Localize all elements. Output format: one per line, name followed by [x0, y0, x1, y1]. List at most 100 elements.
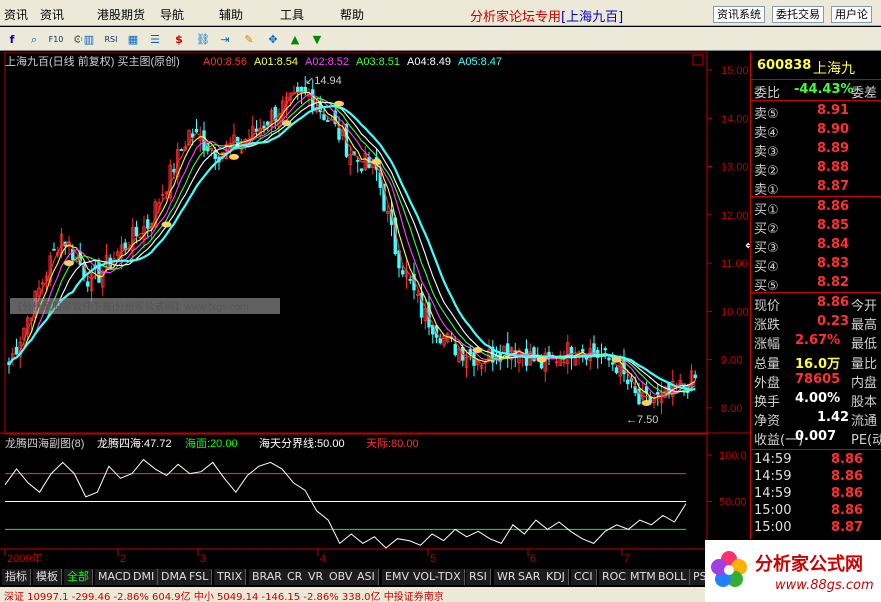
ask-label: 卖⑤: [754, 107, 779, 122]
f10-icon[interactable]: F10: [47, 30, 65, 48]
grid-icon[interactable]: ▦: [124, 30, 142, 48]
down-arrow-icon[interactable]: ▼: [308, 30, 326, 48]
menu-tools[interactable]: 工具: [280, 6, 304, 23]
stat-value: 4.00%: [795, 391, 841, 406]
tab-dmi[interactable]: DMI: [130, 569, 159, 585]
up-arrow-icon[interactable]: ▲: [286, 30, 304, 48]
stat-label: 涨幅: [754, 337, 781, 353]
tab-boll[interactable]: BOLL: [655, 569, 691, 585]
x-tick: 4: [320, 553, 326, 565]
menu-navigate[interactable]: 导航: [160, 6, 184, 23]
tab-brar[interactable]: BRAR: [249, 569, 286, 585]
sub-line-labels: 海面:20.00 海天分界线:50.00 天际:80.00: [185, 436, 419, 450]
ma-label: A00:8.56: [203, 56, 247, 68]
tab-asi[interactable]: ASI: [354, 569, 379, 585]
pen-icon[interactable]: ✎: [240, 30, 258, 48]
sub-y-tick: 100.0: [719, 450, 747, 462]
tick-time: 15:00: [754, 520, 792, 535]
tick-price: 8.86: [831, 486, 864, 501]
main-y-tick: 13.00: [721, 162, 749, 174]
menu-help[interactable]: 帮助: [340, 6, 364, 23]
turn-marker: [611, 356, 622, 363]
candle-body: [322, 113, 326, 121]
menu-stock[interactable]: 资讯: [4, 6, 28, 23]
tab-roc[interactable]: ROC: [599, 569, 630, 585]
ask-price: 8.91: [817, 103, 850, 118]
quote-panel: 600838 上海九 委比 -44.43% 委差 卖⑤ 8.91 卖④ 8.90 卖③ 8…: [750, 52, 881, 567]
candle-body: [408, 278, 412, 281]
tab-cr[interactable]: CR: [284, 569, 307, 585]
tab-kdj[interactable]: KDJ: [543, 569, 569, 585]
bid-price: 8.84: [817, 237, 850, 252]
tab-全部[interactable]: 全部: [64, 569, 93, 585]
tick-price: 8.86: [831, 503, 864, 518]
dollar-icon[interactable]: $: [170, 30, 188, 48]
turn-marker: [371, 158, 382, 165]
turn-marker: [161, 221, 172, 228]
candle-body: [453, 343, 457, 356]
tab-模板[interactable]: 模板: [33, 569, 62, 585]
menu-assist[interactable]: 辅助: [219, 6, 243, 23]
tab-macd[interactable]: MACD: [95, 569, 135, 585]
tab-fsl[interactable]: FSL: [186, 569, 213, 585]
trade-button[interactable]: 委托交易: [772, 6, 824, 23]
info-system-button[interactable]: 资讯系统: [713, 6, 765, 23]
stat-suffix: 流通: [851, 414, 878, 430]
turn-marker: [281, 120, 292, 127]
candle-body: [266, 121, 270, 126]
link-icon[interactable]: ⛓: [194, 30, 212, 48]
move-icon[interactable]: ✥: [264, 30, 282, 48]
ma-label: A05:8.47: [458, 56, 502, 68]
tick-price: 8.86: [831, 469, 864, 484]
tab-rsi[interactable]: RSI: [466, 569, 491, 585]
chart-icon[interactable]: ▥: [80, 30, 98, 48]
tab-emv[interactable]: EMV: [382, 569, 413, 585]
menu-bar: 资讯 资讯 港股期货 导航 辅助 工具 帮助 分析家论坛专用[上海九百] 资讯系…: [0, 0, 881, 26]
app-window: { "menu": ["资讯", "港股期货", "导航", "辅助", "工具…: [0, 0, 881, 602]
candle-body: [581, 349, 585, 352]
tab-cci[interactable]: CCI: [571, 569, 597, 585]
tab-vol-tdx[interactable]: VOL-TDX: [410, 569, 465, 585]
bid-label: 买④: [754, 260, 779, 275]
stat-label: 现价: [754, 299, 781, 314]
stat-suffix: PE(动: [851, 433, 881, 449]
tick-time: 15:00: [754, 503, 792, 518]
x-tick: 2009年: [7, 551, 42, 565]
bid-price: 8.86: [817, 199, 850, 214]
x-tick: 7: [624, 553, 630, 565]
candle-body: [693, 374, 697, 379]
zoom-icon[interactable]: ⌕: [25, 30, 43, 48]
rsi-icon[interactable]: RSI: [102, 30, 120, 48]
user-forum-button[interactable]: 用户论: [831, 6, 872, 23]
stat-value: 2.67%: [795, 333, 841, 349]
main-y-tick: 15.00: [721, 65, 749, 77]
menu-hk-futures[interactable]: 港股期货: [97, 6, 145, 23]
tab-指标[interactable]: 指标: [2, 569, 31, 585]
export-icon[interactable]: ⇥: [216, 30, 234, 48]
toolbar: f ⌕ F10 ⚙ ▥ RSI ▦ ☰ $ ⛓ ⇥ ✎ ✥ ▲ ▼: [0, 27, 881, 51]
stock-name: 上海九: [813, 61, 855, 77]
f-icon[interactable]: f: [3, 30, 21, 48]
stat-suffix: 今开: [851, 299, 878, 314]
list-icon[interactable]: ☰: [146, 30, 164, 48]
k-line-chart[interactable]: 15.00 14.00 13.00 12.00 11.00 10.00 9.00 8.00 10…: [0, 52, 750, 567]
stat-suffix: 最低: [851, 337, 878, 353]
tab-obv[interactable]: OBV: [326, 569, 357, 585]
tab-sar[interactable]: SAR: [515, 569, 545, 585]
ask-label: 卖④: [754, 126, 779, 141]
stat-suffix: 量比: [851, 356, 878, 372]
menu-info[interactable]: 资讯: [40, 6, 64, 23]
stat-value: 1.42: [817, 410, 850, 426]
bid-price: 8.83: [817, 256, 850, 271]
tab-vr[interactable]: VR: [305, 569, 328, 585]
tab-trix[interactable]: TRIX: [214, 569, 247, 585]
candle-body: [134, 226, 139, 237]
candle-body: [626, 379, 630, 385]
stat-suffix: 最高: [851, 318, 878, 334]
candle-body: [179, 149, 184, 151]
candle-body: [262, 125, 266, 129]
sub-chart-value: 龙腾四海:47.72: [97, 436, 172, 450]
bid-label: 买③: [754, 241, 779, 256]
stat-value: 16.0万: [795, 356, 841, 372]
candle-body: [52, 248, 56, 251]
